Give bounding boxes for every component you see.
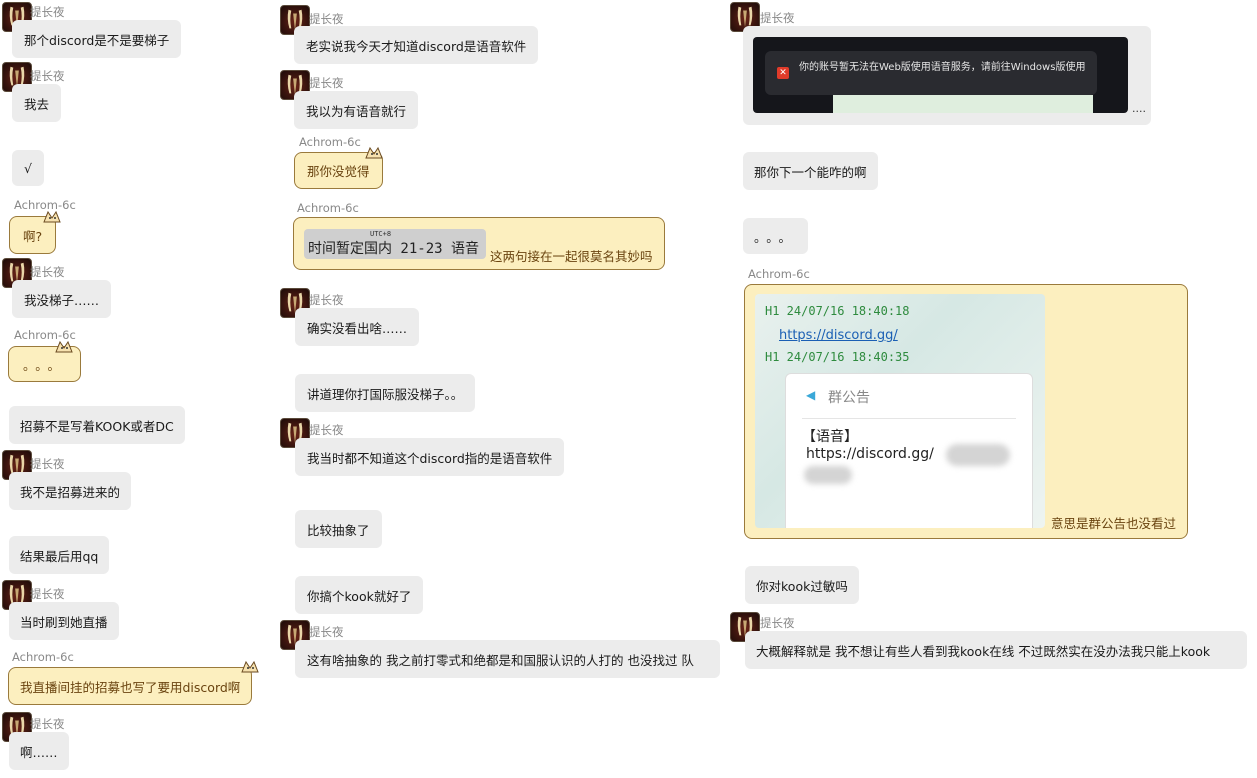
error-icon: ✕: [777, 67, 789, 79]
chat-timestamp: H1 24/07/16 18:40:18: [765, 304, 910, 318]
blurred-region: [946, 444, 1010, 466]
message-bubble: 你对kook过敏吗: [745, 566, 859, 604]
cat-ears-icon: [42, 210, 64, 224]
announcement-tag: 【语音】: [802, 429, 858, 445]
cat-ears-icon: [364, 146, 386, 160]
blurred-region: [804, 466, 852, 484]
message-bubble: 我以为有语音就行: [294, 91, 419, 129]
message-bubble: H1 24/07/16 18:40:18 https://discord.gg/…: [744, 284, 1188, 539]
popup-text: 你的账号暂无法在Web版使用语音服务，请前往Windows版使用: [799, 62, 1086, 73]
message-bubble: 我去: [12, 84, 62, 122]
message-bubble: UTC+8 时间暂定国内 21-23 语音 这两句接在一起很莫名其妙吗: [293, 217, 665, 270]
message-bubble: 我没梯子……: [12, 280, 112, 318]
message-bubble: 我不是招募进来的: [9, 472, 132, 510]
cat-ears-icon: [54, 340, 76, 354]
message-bubble: 确实没看出啥……: [295, 308, 420, 346]
error-popup: ✕ 你的账号暂无法在Web版使用语音服务，请前往Windows版使用: [765, 51, 1097, 95]
embedded-image[interactable]: H1 24/07/16 18:40:18 https://discord.gg/…: [755, 294, 1045, 528]
sender-name: 提长夜: [30, 587, 65, 601]
chat-link[interactable]: https://discord.gg/: [779, 328, 898, 343]
message-text: 意思是群公告也没看过: [1051, 516, 1177, 531]
message-text: 这两句接在一起很莫名其妙吗: [490, 249, 653, 264]
sender-name: Achrom-6c: [297, 201, 359, 215]
message-bubble: ✕ 你的账号暂无法在Web版使用语音服务，请前往Windows版使用 ....: [743, 26, 1151, 125]
sender-name: 提长夜: [30, 457, 65, 471]
sender-name: 提长夜: [309, 12, 344, 26]
sender-name: 提长夜: [30, 5, 65, 19]
embedded-screenshot[interactable]: ✕ 你的账号暂无法在Web版使用语音服务，请前往Windows版使用: [753, 37, 1128, 113]
sender-name: Achrom-6c: [12, 650, 74, 664]
announcement-title: 群公告: [828, 390, 870, 406]
image-caption: 时间暂定国内 21-23 语音: [308, 241, 480, 257]
sender-name: Achrom-6c: [299, 135, 361, 149]
sender-name: 提长夜: [309, 76, 344, 90]
sender-name: 提长夜: [309, 625, 344, 639]
announcement-card[interactable]: ◀ 群公告 【语音】 https://discord.gg/: [785, 373, 1033, 528]
message-bubble: 我直播间挂的招募也写了要用discord啊: [8, 667, 253, 705]
image-caption-small: UTC+8: [370, 230, 392, 238]
sender-name: 提长夜: [309, 293, 344, 307]
sender-name: 提长夜: [30, 265, 65, 279]
message-bubble: 当时刷到她直播: [9, 602, 119, 640]
sender-name: 提长夜: [760, 11, 795, 25]
sender-name: 提长夜: [309, 423, 344, 437]
sender-name: 提长夜: [30, 69, 65, 83]
message-bubble: 大概解释就是 我不想让有些人看到我kook在线 不过既然实在没办法我只能上koo…: [745, 631, 1247, 669]
announcement-link: https://discord.gg/: [806, 446, 934, 462]
message-bubble: 讲道理你打国际服没梯子。。: [295, 374, 476, 412]
message-bubble: 啊……: [9, 732, 69, 770]
message-bubble: 结果最后用qq: [9, 536, 110, 574]
message-bubble: √: [12, 150, 44, 186]
cat-ears-icon: [240, 660, 262, 674]
chat-timestamp: H1 24/07/16 18:40:35: [765, 350, 910, 364]
message-bubble: 那你下一个能咋的啊: [743, 152, 878, 190]
message-bubble: 你搞个kook就好了: [295, 576, 424, 614]
message-bubble: 这有啥抽象的 我之前打零式和绝都是和国服认识的人打的 也没找过 队: [295, 640, 720, 678]
megaphone-icon: ◀: [806, 388, 816, 402]
message-bubble: 比较抽象了: [295, 510, 382, 548]
sender-name: 提长夜: [760, 616, 795, 630]
embedded-image[interactable]: UTC+8 时间暂定国内 21-23 语音: [304, 229, 486, 259]
message-bubble: 我当时都不知道这个discord指的是语音软件: [295, 438, 565, 476]
message-bubble: 招募不是写着KOOK或者DC: [9, 406, 185, 444]
sender-name: 提长夜: [30, 717, 65, 731]
message-bubble: 那个discord是不是要梯子: [12, 20, 182, 58]
sender-name: Achrom-6c: [748, 267, 810, 281]
message-bubble: 老实说我今天才知道discord是语音软件: [294, 26, 539, 64]
message-bubble: 。。。: [743, 218, 809, 254]
trailing-text: ....: [1132, 102, 1146, 115]
